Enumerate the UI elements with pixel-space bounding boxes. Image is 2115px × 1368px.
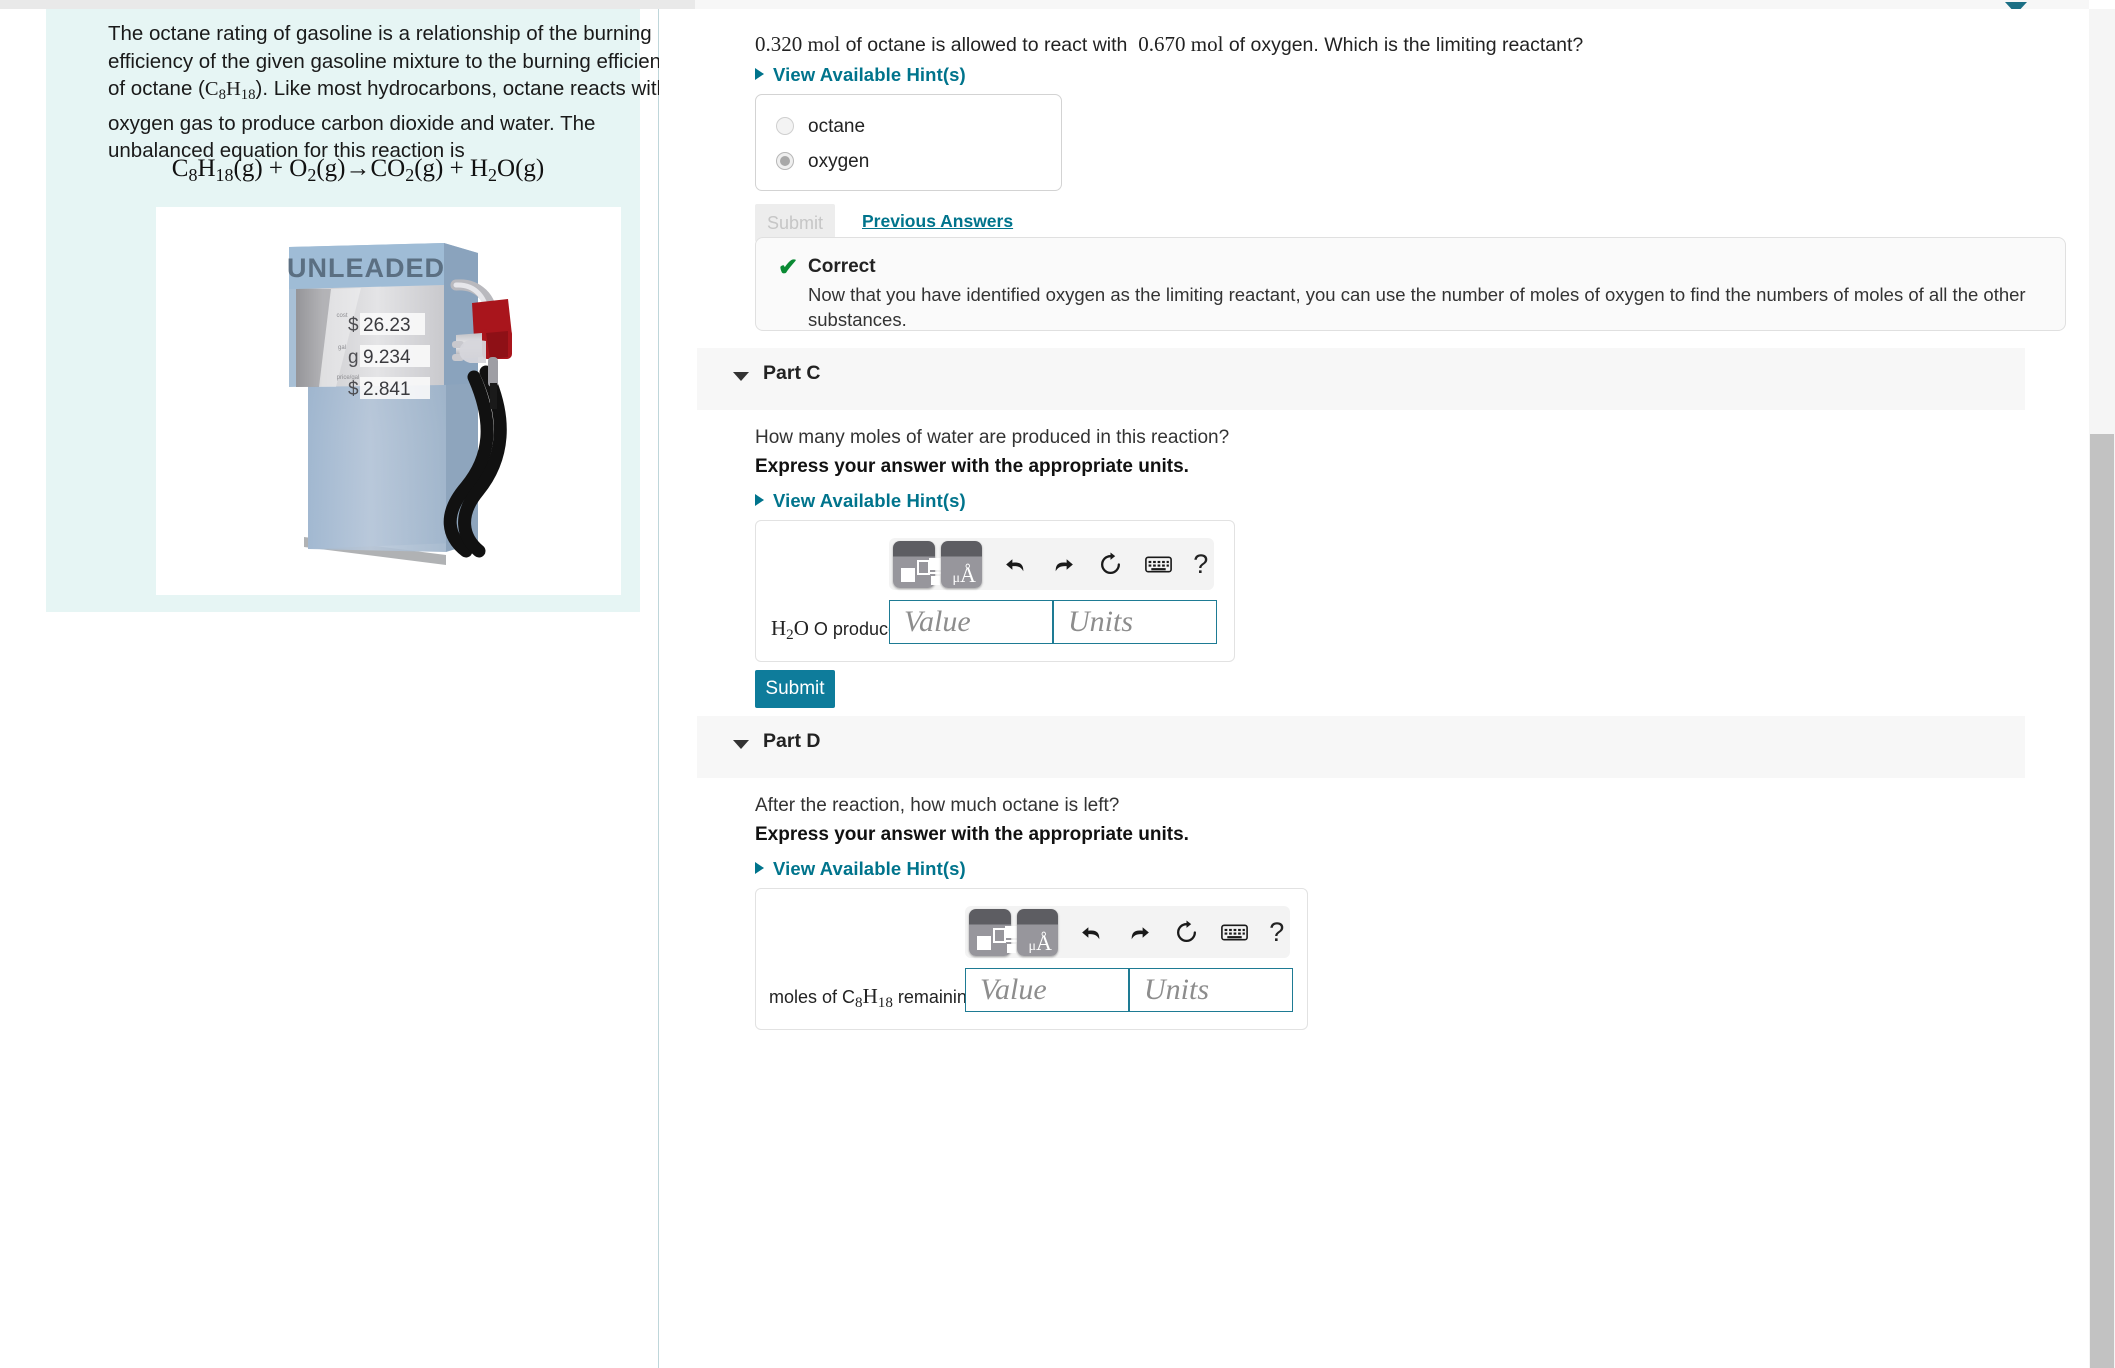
units-angstrom-icon[interactable]: μÅ — [1016, 908, 1059, 956]
radio-icon-oxygen[interactable] — [776, 152, 794, 170]
undo-icon[interactable] — [1070, 912, 1112, 952]
window-top-strip-left — [0, 0, 659, 9]
assignment-main-pane: 0.320 mol of octane is allowed to react … — [659, 9, 2115, 1368]
part-d-hints-label: View Available Hint(s) — [773, 858, 966, 879]
context-paragraph: The octane rating of gasoline is a relat… — [108, 22, 682, 163]
part-d-value-input[interactable]: Value — [965, 968, 1129, 1012]
redo-icon[interactable] — [1042, 544, 1084, 584]
chevron-down-icon[interactable] — [733, 740, 749, 749]
part-d-instruction: Express your answer with the appropriate… — [755, 824, 1189, 845]
part-d-question: After the reaction, how much octane is l… — [755, 795, 1120, 816]
keyboard-icon[interactable] — [1138, 544, 1180, 584]
svg-text:UNLEADED: UNLEADED — [287, 253, 445, 283]
part-c-instruction: Express your answer with the appropriate… — [755, 456, 1189, 477]
part-d-answer-card: μÅ ? moles of C8H18 remaining = Value Un… — [755, 888, 1308, 1030]
chevron-right-icon — [755, 68, 764, 80]
radio-icon-octane[interactable] — [776, 117, 794, 135]
window-top-strip-gap — [659, 0, 695, 9]
reset-icon[interactable] — [1166, 912, 1208, 952]
part-c-hints-toggle[interactable]: View Available Hint(s) — [755, 490, 966, 512]
chevron-down-icon[interactable] — [733, 372, 749, 381]
svg-text:9.234: 9.234 — [363, 347, 411, 368]
keyboard-icon[interactable] — [1214, 912, 1256, 952]
chevron-right-icon — [755, 862, 764, 874]
svg-text:g: g — [348, 347, 359, 368]
part-c-value-input[interactable]: Value — [889, 600, 1053, 644]
option-octane[interactable]: octane — [776, 116, 865, 138]
part-c-header-bar[interactable]: Part C — [697, 348, 2025, 410]
part-c-title: Part C — [763, 362, 821, 384]
part-d-units-input[interactable]: Units — [1129, 968, 1293, 1012]
part-c-answer-toolbar: μÅ ? — [889, 538, 1214, 590]
part-d-title: Part D — [763, 730, 821, 752]
part-b-options-group: octane oxygen — [755, 94, 1062, 191]
part-b-hints-label: View Available Hint(s) — [773, 64, 966, 85]
page-root: The octane rating of gasoline is a relat… — [0, 0, 2115, 1368]
part-d-answer-label: moles of C8H18 remaining = — [769, 984, 993, 1012]
reaction-equation: C8H18(g) + O2(g)→CO2(g) + H2O(g) — [171, 155, 545, 186]
part-b-feedback-correct: ✔ Correct Now that you have identified o… — [755, 237, 2066, 331]
math-template-icon[interactable] — [969, 908, 1019, 956]
chevron-right-icon — [755, 494, 764, 506]
check-icon: ✔ — [778, 254, 799, 281]
feedback-title: Correct — [808, 256, 876, 277]
undo-icon[interactable] — [994, 544, 1036, 584]
math-template-icon[interactable] — [893, 540, 943, 588]
feedback-body: Now that you have identified oxygen as t… — [808, 284, 2026, 330]
problem-context-panel: The octane rating of gasoline is a relat… — [46, 9, 682, 612]
svg-text:gal: gal — [338, 345, 346, 351]
part-c-question: How many moles of water are produced in … — [755, 427, 1230, 448]
part-b-hints-toggle[interactable]: View Available Hint(s) — [755, 64, 966, 86]
gas-pump-illustration: UNLEADED cost $ 26.23 gal g 9.234 price/… — [156, 207, 621, 595]
part-c-submit-button[interactable]: Submit — [755, 670, 835, 708]
part-d-answer-toolbar: μÅ ? — [965, 906, 1290, 958]
part-b-previous-answers-link[interactable]: Previous Answers — [862, 211, 1013, 232]
part-d-header-bar[interactable]: Part D — [697, 716, 2025, 778]
svg-text:26.23: 26.23 — [363, 315, 411, 336]
units-angstrom-icon[interactable]: μÅ — [940, 540, 983, 588]
part-c-hints-label: View Available Hint(s) — [773, 490, 966, 511]
svg-text:2.841: 2.841 — [363, 379, 411, 400]
redo-icon[interactable] — [1118, 912, 1160, 952]
reset-icon[interactable] — [1090, 544, 1132, 584]
page-scrollbar-thumb[interactable] — [2090, 434, 2114, 1368]
question-mark-icon[interactable]: ? — [1187, 549, 1214, 580]
part-b-question: 0.320 mol of octane is allowed to react … — [755, 32, 1584, 56]
svg-text:$: $ — [348, 315, 359, 336]
option-oxygen-label: oxygen — [808, 151, 870, 172]
svg-text:$: $ — [348, 379, 359, 400]
svg-text:cost: cost — [336, 313, 347, 319]
question-mark-icon[interactable]: ? — [1263, 917, 1290, 948]
part-c-answer-card: μÅ ? H2O O produced = Value Units — [755, 520, 1235, 662]
option-oxygen[interactable]: oxygen — [776, 151, 869, 173]
page-scrollbar-track[interactable] — [2089, 9, 2115, 1368]
part-d-answer-label-prefix: moles of C — [769, 987, 856, 1007]
part-c-units-input[interactable]: Units — [1053, 600, 1217, 644]
part-d-hints-toggle[interactable]: View Available Hint(s) — [755, 858, 966, 880]
option-octane-label: octane — [808, 116, 866, 137]
